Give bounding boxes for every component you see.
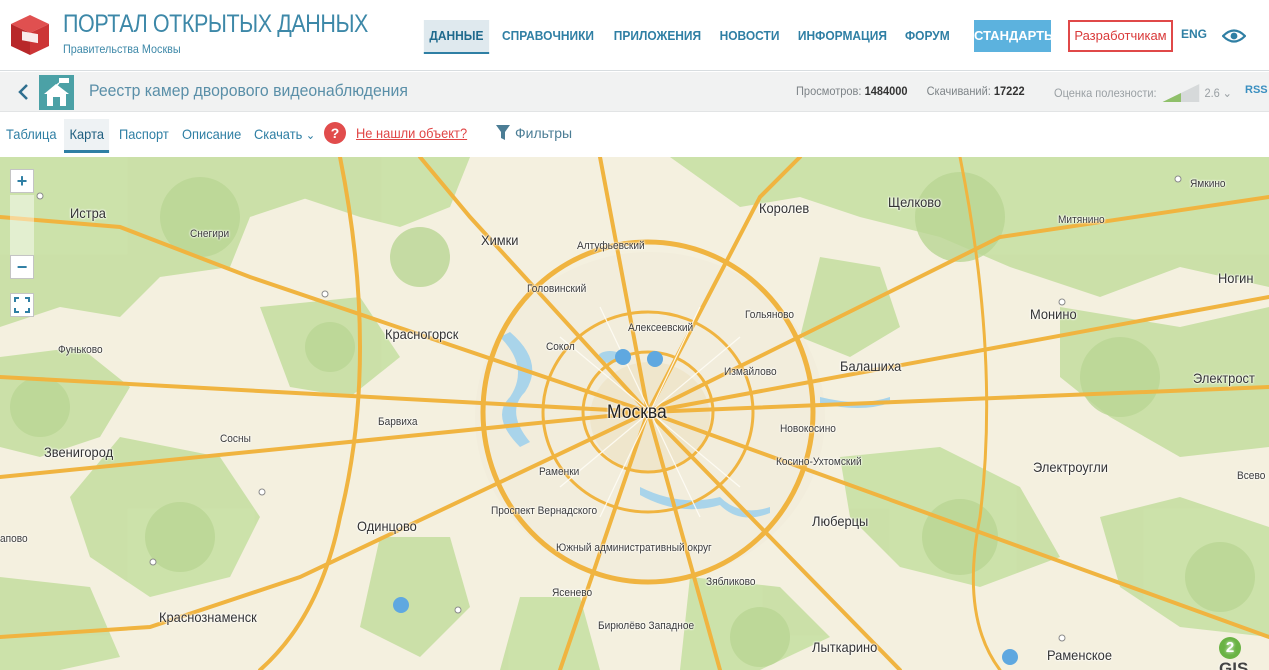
main-nav: ДАННЫЕ СПРАВОЧНИКИ ПРИЛОЖЕНИЯ НОВОСТИ ИН… — [421, 20, 957, 54]
map-label-ramenskoe: Раменское — [1047, 647, 1113, 663]
portal-subtitle: Правительства Москвы — [63, 42, 181, 56]
map-label-golovinsky: Головинский — [527, 283, 587, 295]
map-label-korolev: Королев — [759, 200, 810, 216]
tab-table[interactable]: Таблица — [6, 119, 57, 153]
map-label-elektrougli: Электроугли — [1033, 459, 1108, 475]
dataset-category-icon — [39, 75, 74, 110]
download-label: Скачать — [254, 126, 303, 142]
usefulness-rating[interactable]: Оценка полезности: 2.6 ⌄ — [1054, 84, 1232, 102]
developers-button[interactable]: Разработчикам — [1068, 20, 1173, 52]
downloads-count: 17222 — [993, 84, 1025, 98]
zoom-in-button[interactable]: + — [10, 169, 34, 193]
map-label-elektrostal: Электрост — [1193, 370, 1255, 386]
2gis-logo[interactable]: 2GIS — [1219, 637, 1269, 670]
dataset-stats: Просмотров: 1484000 Скачиваний: 17222 — [796, 84, 1025, 98]
top-header: ПОРТАЛ ОТКРЫТЫХ ДАННЫХ Правительства Мос… — [0, 0, 1269, 71]
nav-data[interactable]: ДАННЫЕ — [423, 20, 489, 54]
views-label: Просмотров: — [796, 84, 862, 98]
views-count: 1484000 — [864, 84, 908, 98]
filters-label: Фильтры — [515, 125, 573, 141]
fullscreen-icon — [14, 297, 30, 313]
funnel-icon — [496, 125, 510, 140]
rss-link[interactable]: RSS — [1245, 84, 1268, 96]
zoom-out-button[interactable]: − — [10, 255, 34, 279]
nav-news[interactable]: НОВОСТИ — [714, 20, 785, 54]
map-label-yamkino: Ямкино — [1190, 178, 1226, 190]
map-label-izmailovo: Измайлово — [724, 366, 777, 378]
map-view[interactable]: + − Москва Истра Химки Королев Щелково К… — [0, 157, 1269, 670]
map-label-apovo: апово — [0, 533, 28, 545]
back-arrow-icon[interactable] — [16, 82, 30, 102]
map-label-south-ao: Южный административный округ — [556, 542, 712, 554]
rating-gauge-icon — [1162, 84, 1199, 102]
map-label-vsevo: Всево — [1237, 470, 1266, 482]
downloads-label: Скачиваний: — [926, 84, 991, 98]
nav-forum[interactable]: ФОРУМ — [899, 20, 955, 54]
standards-button[interactable]: СТАНДАРТЫ — [974, 20, 1057, 52]
portal-title[interactable]: ПОРТАЛ ОТКРЫТЫХ ДАННЫХ — [63, 10, 368, 39]
nav-info[interactable]: ИНФОРМАЦИЯ — [792, 20, 892, 54]
map-label-barvikha: Барвиха — [378, 416, 418, 428]
map-label-mityanino: Митянино — [1058, 214, 1105, 226]
map-label-kosino: Косино-Ухтомский — [776, 456, 862, 468]
map-label-funkovo: Фуньково — [58, 344, 103, 356]
eye-icon[interactable] — [1222, 28, 1246, 44]
map-label-vernadsky: Проспект Вернадского — [491, 505, 598, 517]
tab-map[interactable]: Карта — [64, 119, 110, 153]
map-label-biryulyovo: Бирюлёво Западное — [598, 620, 695, 632]
tab-description[interactable]: Описание — [182, 119, 241, 153]
fullscreen-button[interactable] — [10, 293, 34, 317]
map-label-istra: Истра — [70, 205, 106, 221]
nav-apps[interactable]: ПРИЛОЖЕНИЯ — [608, 20, 706, 54]
dataset-title: Реестр камер дворового видеонаблюдения — [89, 81, 408, 100]
filters-button[interactable]: Фильтры — [496, 125, 572, 141]
2gis-badge: 2 — [1219, 637, 1241, 659]
not-found-link[interactable]: Не нашли объект? — [356, 125, 467, 141]
map-label-ramenki: Раменки — [539, 466, 580, 478]
map-label-moscow: Москва — [607, 402, 667, 423]
map-label-lyubertsy: Люберцы — [812, 513, 869, 529]
nav-reference[interactable]: СПРАВОЧНИКИ — [496, 20, 599, 54]
map-label-krasnoznamensk: Краснознаменск — [159, 609, 257, 625]
map-label-alekseevsky: Алексеевский — [628, 322, 694, 334]
map-label-krasnogorsk: Красногорск — [385, 326, 459, 342]
map-label-odintsovo: Одинцово — [357, 518, 417, 534]
map-label-khimki: Химки — [481, 232, 519, 248]
map-label-snegiri: Снегири — [190, 228, 230, 240]
map-label-noginsk: Ногин — [1218, 270, 1254, 286]
map-label-yasenevo: Ясенево — [552, 587, 593, 599]
map-label-novokosino: Новокосино — [780, 423, 836, 435]
map-label-lytkarino: Лыткарино — [812, 639, 878, 655]
map-label-golyanovo: Гольяново — [745, 309, 794, 321]
map-label-monino: Монино — [1030, 306, 1077, 322]
map-label-zvenigorod: Звенигород — [44, 444, 114, 460]
rating-value: 2.6 — [1204, 86, 1220, 100]
language-switch[interactable]: ENG — [1181, 27, 1207, 41]
map-label-sosny: Сосны — [220, 433, 251, 445]
rating-label: Оценка полезности: — [1054, 86, 1157, 100]
2gis-text: GIS — [1219, 659, 1249, 670]
help-icon[interactable]: ? — [324, 122, 346, 144]
chevron-down-icon: ⌄ — [305, 128, 316, 142]
chevron-down-icon: ⌄ — [1222, 86, 1232, 100]
map-label-shchelkovo: Щелково — [888, 194, 942, 210]
map-label-balashikha: Балашиха — [840, 358, 902, 374]
map-label-altufyevsky: Алтуфьевский — [577, 240, 645, 252]
dataset-bar: Реестр камер дворового видеонаблюдения П… — [0, 72, 1269, 112]
tab-passport[interactable]: Паспорт — [119, 119, 169, 153]
dataset-tabs: Таблица Карта Паспорт Описание Скачать ⌄ — [0, 113, 1269, 157]
logo-cube-icon[interactable] — [9, 13, 51, 57]
map-label-sokol: Сокол — [546, 341, 575, 353]
zoom-slider[interactable] — [10, 195, 34, 255]
map-label-zyablikovo: Зябликово — [706, 576, 756, 588]
tab-download[interactable]: Скачать ⌄ — [254, 119, 315, 153]
